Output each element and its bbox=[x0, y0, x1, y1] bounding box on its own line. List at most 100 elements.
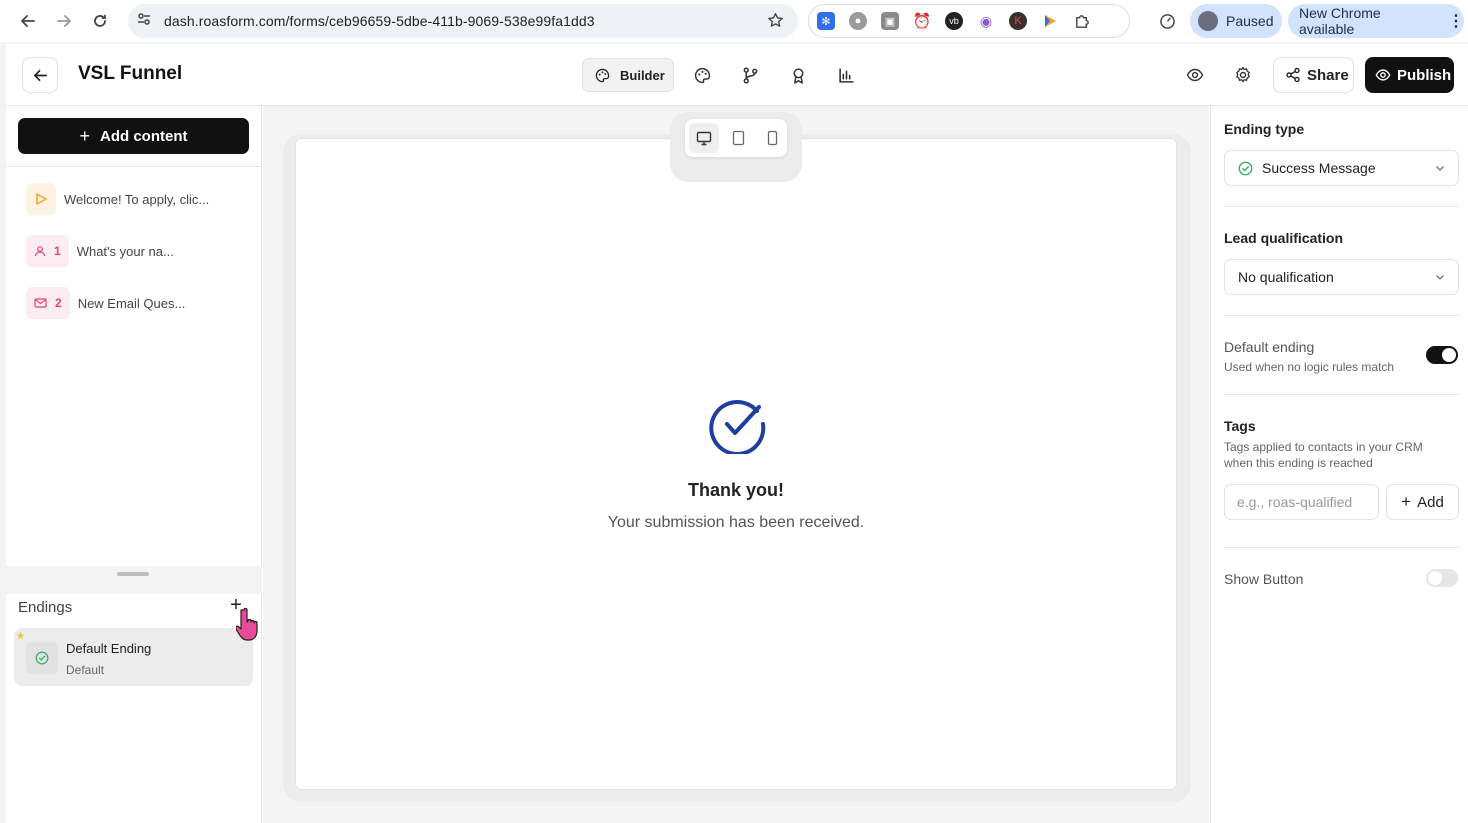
monitor-icon bbox=[696, 131, 712, 145]
resize-handle[interactable] bbox=[117, 572, 149, 576]
list-item[interactable]: Welcome! To apply, clic... bbox=[26, 183, 209, 215]
default-ending-description: Used when no logic rules match bbox=[1224, 360, 1395, 374]
lead-qualification-label: Lead qualification bbox=[1224, 230, 1344, 246]
tab-qualification[interactable] bbox=[789, 66, 807, 84]
list-item-label: New Email Ques... bbox=[77, 295, 186, 311]
ending-type-label: Ending type bbox=[1224, 121, 1305, 137]
site-info-icon[interactable] bbox=[136, 11, 152, 32]
extension-play-icon[interactable] bbox=[1041, 12, 1059, 30]
award-icon bbox=[793, 67, 803, 84]
preview-eye-button[interactable] bbox=[1186, 66, 1204, 84]
extension-k-icon[interactable]: K bbox=[1009, 12, 1027, 30]
play-icon bbox=[26, 183, 56, 215]
toggle-knob bbox=[1428, 571, 1442, 585]
add-content-button[interactable]: + Add content bbox=[18, 118, 249, 154]
chrome-update-button[interactable]: New Chrome available ⋮ bbox=[1288, 4, 1464, 38]
content-sidebar: + Add content Welcome! To apply, clic...… bbox=[6, 106, 262, 823]
chevron-down-icon bbox=[1436, 275, 1444, 280]
plus-icon: + bbox=[1401, 492, 1412, 511]
settings-button[interactable] bbox=[1234, 66, 1252, 84]
tab-analytics[interactable] bbox=[837, 66, 855, 84]
publish-label: Publish bbox=[1397, 66, 1452, 84]
list-item[interactable]: 1 What's your na... bbox=[26, 235, 174, 267]
show-button-toggle[interactable] bbox=[1426, 569, 1458, 587]
default-ending-label: Default ending bbox=[1224, 339, 1315, 355]
resize-area bbox=[6, 566, 262, 594]
publish-button[interactable]: Publish bbox=[1365, 57, 1454, 93]
list-item[interactable]: 2 New Email Ques... bbox=[26, 287, 185, 319]
browser-toolbar: dash.roasform.com/forms/ceb96659-5dbe-41… bbox=[0, 0, 1468, 42]
preview-frame bbox=[295, 138, 1177, 790]
list-item-label: What's your na... bbox=[76, 243, 174, 259]
thank-you-message: Your submission has been received. bbox=[607, 514, 865, 531]
tablet-view-button[interactable] bbox=[723, 123, 753, 153]
question-number: 1 bbox=[54, 244, 61, 258]
add-tag-label: Add bbox=[1417, 493, 1444, 511]
tab-logic[interactable] bbox=[741, 66, 759, 84]
phone-icon bbox=[767, 130, 777, 146]
question-number: 2 bbox=[55, 296, 62, 310]
divider bbox=[1224, 206, 1460, 207]
list-item-label: Welcome! To apply, clic... bbox=[64, 191, 210, 207]
default-ending-toggle[interactable] bbox=[1426, 346, 1458, 364]
extension-vb-icon[interactable]: vb bbox=[945, 12, 963, 30]
extension-camera-icon[interactable]: ▣ bbox=[881, 12, 899, 30]
thank-you-title: Thank you! bbox=[687, 480, 784, 500]
lead-qualification-select[interactable]: No qualification bbox=[1224, 259, 1459, 295]
ending-settings-panel: Ending type Success Message Lead qualifi… bbox=[1210, 106, 1468, 823]
address-bar[interactable]: dash.roasform.com/forms/ceb96659-5dbe-41… bbox=[128, 4, 798, 38]
divider bbox=[1224, 394, 1460, 395]
extension-snowflake-icon[interactable]: ✻ bbox=[817, 12, 835, 30]
tags-description: Tags applied to contacts in your CRM whe… bbox=[1224, 440, 1423, 470]
desktop-view-button[interactable] bbox=[689, 123, 719, 153]
kebab-menu-icon[interactable]: ⋮ bbox=[1448, 11, 1464, 31]
gear-icon bbox=[1236, 66, 1250, 83]
branch-icon bbox=[743, 67, 757, 83]
share-button[interactable]: Share bbox=[1273, 57, 1354, 93]
extensions-puzzle-icon[interactable] bbox=[1073, 12, 1091, 30]
ending-type-select[interactable]: Success Message bbox=[1224, 150, 1459, 186]
question-badge: 2 bbox=[26, 287, 70, 319]
back-button[interactable] bbox=[22, 57, 58, 93]
success-check-icon bbox=[707, 394, 767, 459]
profile-status: Paused bbox=[1226, 13, 1274, 29]
extensions-bar: ✻ ● ▣ ⏰ vb ◉ K bbox=[808, 4, 1130, 38]
check-circle-icon bbox=[1238, 161, 1253, 175]
app-header: VSL Funnel Builder Share Publish bbox=[6, 44, 1468, 106]
share-label: Share bbox=[1307, 66, 1349, 84]
url-text[interactable]: dash.roasform.com/forms/ceb96659-5dbe-41… bbox=[164, 13, 595, 29]
tag-input[interactable] bbox=[1224, 484, 1379, 520]
preview-canvas: Thank you! Your submission has been rece… bbox=[263, 106, 1209, 823]
add-content-label: Add content bbox=[100, 127, 188, 145]
device-switcher bbox=[685, 119, 787, 157]
ending-item-default[interactable]: ★ Default Ending Default bbox=[14, 628, 253, 686]
mail-icon bbox=[34, 298, 47, 308]
extension-reddit-icon[interactable]: ● bbox=[849, 12, 867, 30]
mobile-view-button[interactable] bbox=[757, 123, 787, 153]
share-icon bbox=[1286, 67, 1300, 83]
extension-broadcast-icon[interactable]: ◉ bbox=[977, 12, 995, 30]
star-icon: ★ bbox=[16, 631, 25, 642]
divider bbox=[1224, 547, 1460, 548]
ending-subtitle: Default bbox=[66, 663, 105, 677]
arrow-left-icon bbox=[33, 69, 47, 81]
eye-icon bbox=[1186, 68, 1204, 82]
back-arrow-icon[interactable] bbox=[17, 10, 39, 32]
palette-icon bbox=[694, 67, 710, 83]
chevron-down-icon bbox=[1436, 166, 1444, 171]
forward-arrow-icon[interactable] bbox=[53, 10, 75, 32]
tab-design[interactable] bbox=[693, 66, 711, 84]
profile-chip[interactable]: Paused bbox=[1190, 4, 1282, 38]
hand-cursor-icon bbox=[235, 606, 266, 649]
plus-icon: + bbox=[79, 125, 90, 146]
bookmark-star-icon[interactable] bbox=[767, 12, 784, 34]
form-title[interactable]: VSL Funnel bbox=[78, 63, 182, 85]
add-tag-button[interactable]: + Add bbox=[1386, 484, 1459, 520]
performance-icon[interactable] bbox=[1156, 10, 1178, 32]
tab-builder[interactable]: Builder bbox=[582, 58, 674, 92]
tablet-icon bbox=[732, 130, 744, 146]
extension-alarm-icon[interactable]: ⏰ bbox=[913, 12, 932, 30]
check-circle-icon bbox=[26, 642, 58, 674]
reload-icon[interactable] bbox=[89, 10, 111, 32]
builder-label: Builder bbox=[620, 67, 665, 83]
